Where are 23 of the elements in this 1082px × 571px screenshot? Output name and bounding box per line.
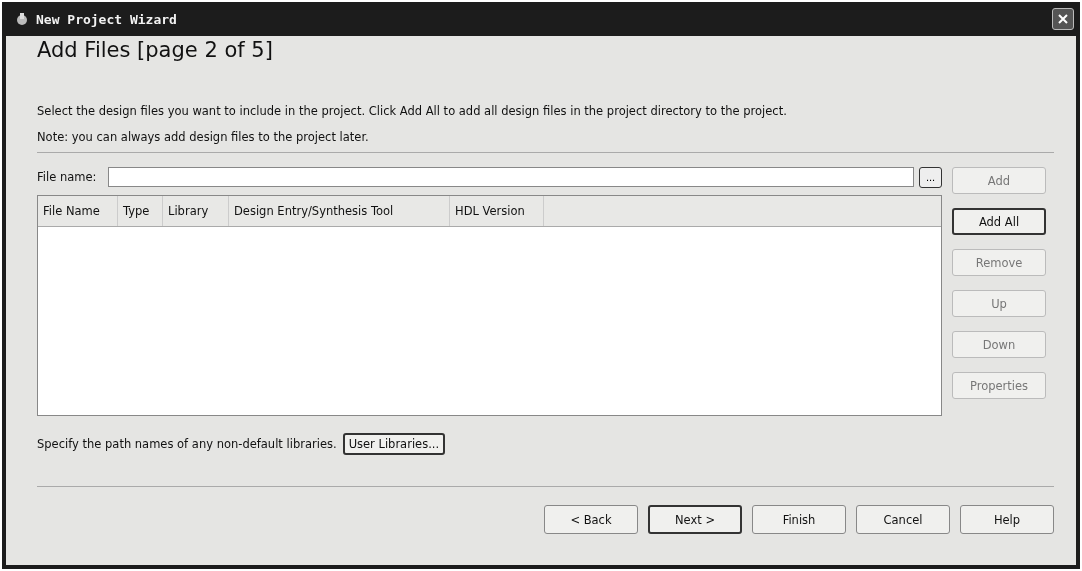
app-icon xyxy=(14,11,30,27)
close-button[interactable] xyxy=(1052,8,1074,30)
column-header[interactable]: Library xyxy=(163,196,229,226)
wizard-button[interactable]: Finish xyxy=(752,505,846,534)
file-name-field[interactable] xyxy=(108,167,914,187)
column-header[interactable]: Design Entry/Synthesis Tool xyxy=(229,196,450,226)
page-heading: Add Files [page 2 of 5] xyxy=(37,38,274,62)
wizard-button[interactable]: Add All xyxy=(952,208,1046,235)
wizard-button[interactable]: Help xyxy=(960,505,1054,534)
wizard-button[interactable]: Cancel xyxy=(856,505,950,534)
wizard-button[interactable]: Next > xyxy=(648,505,742,534)
wizard-button[interactable]: < Back xyxy=(544,505,638,534)
field-label: File name: xyxy=(37,170,98,184)
libraries-hint: Specify the path names of any non-default libraries. xyxy=(37,437,337,451)
column-header[interactable]: File Name xyxy=(38,196,118,226)
column-header[interactable]: HDL Version xyxy=(450,196,544,226)
description-text: Select the design files you want to include in the project. Click Add All to add all design files in the project directory to the project. xyxy=(37,104,788,118)
close-icon xyxy=(1057,13,1069,25)
description-text: Note: you can always add design files to the project later. xyxy=(37,130,370,144)
column-header[interactable]: Type xyxy=(118,196,163,226)
window-title: New Project Wizard xyxy=(36,11,177,27)
browse-button[interactable]: ... xyxy=(919,166,942,188)
user-libraries-button[interactable]: User Libraries... xyxy=(342,433,446,455)
